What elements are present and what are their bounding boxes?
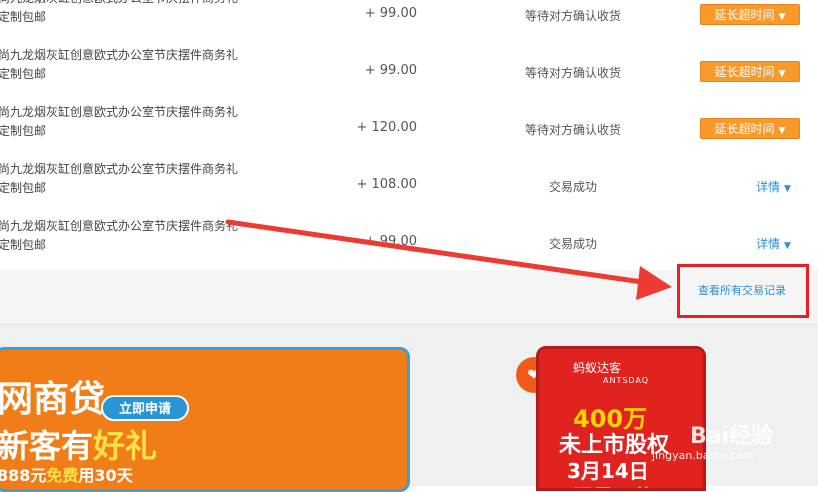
loan-banner-offer: 888元免费用30天 — [0, 466, 133, 485]
chevron-down-icon: ▼ — [784, 241, 791, 251]
item-title[interactable]: 尚九龙烟灰缸创意欧式办公室节庆摆件商务礼 定制包邮 — [0, 100, 245, 157]
extend-timeout-button[interactable]: 延长超时间 ▼ — [700, 4, 800, 25]
chevron-down-icon: ▼ — [778, 126, 786, 136]
equity-date: 3月14日 — [567, 459, 649, 483]
loan-banner-title: 网商贷 — [0, 379, 106, 420]
extend-timeout-button[interactable]: 延长超时间 ▼ — [700, 118, 800, 139]
item-title[interactable]: 尚九龙烟灰缸创意欧式办公室节庆摆件商务礼 定制包邮 — [0, 43, 245, 100]
transaction-row: 尚九龙烟灰缸创意欧式办公室节庆摆件商务礼 定制包邮 + 99.00 等待对方确认… — [0, 0, 818, 44]
watermark: Bai经验 — [690, 424, 774, 449]
equity-limit: 限量开募 — [573, 481, 653, 488]
transaction-row: 尚九龙烟灰缸创意欧式办公室节庆摆件商务礼 定制包邮 + 99.00 等待对方确认… — [0, 43, 818, 101]
transaction-amount: + 99.00 — [364, 6, 417, 21]
apply-now-button[interactable]: 立即申请 — [101, 395, 189, 421]
loan-banner[interactable]: 网商贷 立即申请 新客有好礼 888元免费用30天 — [0, 347, 410, 492]
chevron-down-icon: ▼ — [784, 184, 791, 194]
details-link[interactable]: 详情 ▼ — [756, 235, 791, 252]
transaction-status: 等待对方确认收货 — [524, 9, 621, 23]
transaction-status: 等待对方确认收货 — [524, 66, 621, 80]
transaction-amount: + 120.00 — [356, 120, 417, 135]
equity-banner[interactable]: 蚂蚁达客 ANTSDAQ 400万 未上市股权 3月14日 限量开募 — [536, 346, 706, 491]
item-title[interactable]: 尚九龙烟灰缸创意欧式办公室节庆摆件商务礼 定制包邮 — [0, 157, 245, 214]
item-title[interactable]: 尚九龙烟灰缸创意欧式办公室节庆摆件商务礼 定制包邮 — [0, 214, 245, 271]
chevron-down-icon: ▼ — [778, 69, 786, 79]
transaction-amount: + 99.00 — [364, 234, 417, 249]
antsdaq-logo: 蚂蚁达客 — [573, 361, 622, 375]
transaction-row: 尚九龙烟灰缸创意欧式办公室节庆摆件商务礼 定制包邮 + 120.00 等待对方确… — [0, 100, 818, 158]
antsdaq-logo-sub: ANTSDAQ — [603, 376, 650, 385]
transaction-amount: + 108.00 — [356, 177, 417, 192]
transaction-row: 尚九龙烟灰缸创意欧式办公室节庆摆件商务礼 定制包邮 + 108.00 交易成功 … — [0, 157, 818, 215]
item-title[interactable]: 尚九龙烟灰缸创意欧式办公室节庆摆件商务礼 定制包邮 — [0, 0, 245, 43]
transaction-status: 交易成功 — [548, 237, 597, 251]
details-link[interactable]: 详情 ▼ — [756, 178, 791, 195]
transaction-amount: + 99.00 — [364, 63, 417, 78]
loan-banner-subtitle: 新客有好礼 — [0, 427, 158, 465]
transaction-status: 等待对方确认收货 — [524, 123, 621, 137]
annotation-highlight-box — [677, 264, 809, 318]
chevron-down-icon: ▼ — [778, 12, 786, 22]
extend-timeout-button[interactable]: 延长超时间 ▼ — [700, 61, 800, 82]
transaction-status: 交易成功 — [548, 180, 597, 194]
watermark-sub: jingyan.baidu.com — [652, 449, 754, 462]
